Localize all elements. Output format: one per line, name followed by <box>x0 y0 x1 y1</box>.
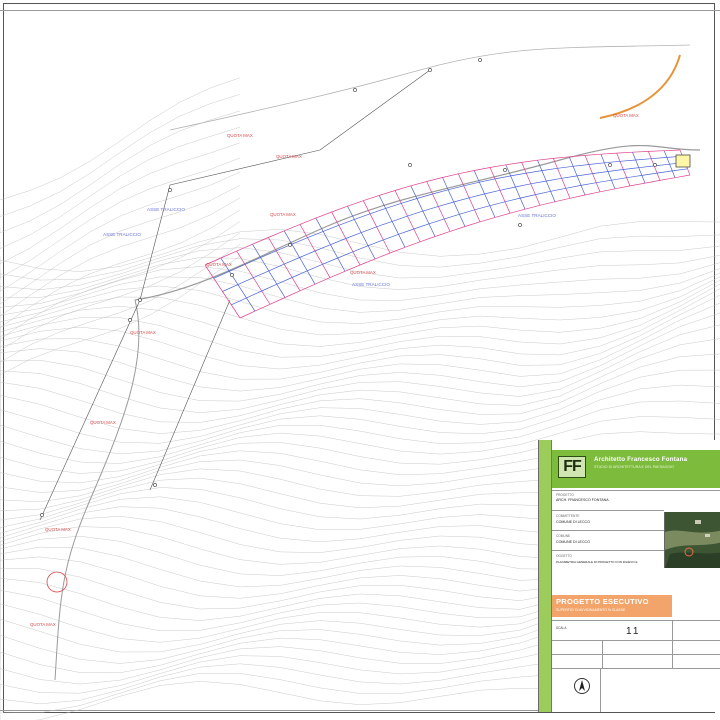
row-oggetto: OGGETTO PLANIMETRIA GENERALE DI PROGETTO… <box>552 550 664 568</box>
label-quota-max: QUOTA MAX <box>30 622 56 627</box>
title-block: FF Architetto Francesco Fontana STUDIO D… <box>538 440 720 712</box>
value-comune: COMUNE DI LECCO <box>556 540 590 544</box>
firm-subtitle: STUDIO DI ARCHITETTURA E DEL PAESAGGIO <box>594 465 674 469</box>
orange-road <box>599 54 681 119</box>
valley-road <box>54 299 140 681</box>
contour-line <box>0 276 720 350</box>
grid-line <box>600 668 601 712</box>
grid-longitudinal-line <box>222 162 686 292</box>
survey-point <box>353 88 357 92</box>
label-asse-traliccio: ASSE TRALICCIO <box>518 213 556 218</box>
contour-line <box>0 94 241 217</box>
grid-line <box>552 668 720 669</box>
survey-point <box>653 163 657 167</box>
project-phase: PROGETTO ESECUTIVO <box>556 597 649 606</box>
row-comune: COMUNE COMUNE DI LECCO <box>552 530 664 548</box>
upper-road <box>169 44 691 131</box>
label-quota-max: QUOTA MAX <box>270 212 296 217</box>
grid-line <box>602 640 603 668</box>
contour-line <box>0 324 720 420</box>
label-project: PROGETTO <box>556 493 574 497</box>
survey-point <box>408 163 412 167</box>
contour-line <box>0 369 720 450</box>
label-comune: COMUNE <box>556 534 571 538</box>
label-quota-max: QUOTA MAX <box>130 330 156 335</box>
survey-point <box>128 318 132 322</box>
survey-point <box>478 58 482 62</box>
grid-longitudinal-line <box>213 155 683 279</box>
survey-point <box>608 163 612 167</box>
survey-point <box>153 483 157 487</box>
survey-point <box>40 513 44 517</box>
helipad-square <box>675 154 691 168</box>
label-quota-max: QUOTA MAX <box>227 133 253 138</box>
title-block-green-band <box>539 440 551 712</box>
main-road <box>134 144 701 301</box>
survey-point <box>288 243 292 247</box>
scale-label: SCALA <box>556 626 567 630</box>
contour-line <box>0 312 720 410</box>
label-asse-traliccio: ASSE TRALICCIO <box>147 207 185 212</box>
label-asse-traliccio: ASSE TRALICCIO <box>352 282 390 287</box>
firm-logo: FF <box>558 456 586 478</box>
contour-line <box>0 353 720 440</box>
contour-line <box>0 283 720 370</box>
contour-line <box>0 110 241 234</box>
contour-line <box>0 209 241 328</box>
label-quota-max: QUOTA MAX <box>45 527 71 532</box>
grid-line <box>552 620 720 621</box>
contour-line <box>0 232 241 354</box>
survey-point <box>428 68 432 72</box>
drawing-sheet: ASSE TRALICCIO ASSE TRALICCIO ASSE TRALICC… <box>0 0 720 720</box>
survey-point <box>168 188 172 192</box>
row-project: PROGETTO ARCH. FRANCESCO FONTANA <box>552 490 720 506</box>
survey-point <box>518 223 522 227</box>
power-line-2 <box>149 299 231 491</box>
grid-longitudinal-line <box>239 174 691 319</box>
sheet-number: 11 <box>626 626 641 637</box>
grid-line <box>552 640 720 641</box>
row-committente: COMMITTENTE COMUNE DI LECCO <box>552 510 664 528</box>
title-block-body: FF Architetto Francesco Fontana STUDIO D… <box>551 440 720 712</box>
survey-point <box>503 168 507 172</box>
contour-line <box>0 77 241 201</box>
grid-longitudinal-line <box>204 149 681 266</box>
north-arrow-icon <box>574 678 590 694</box>
label-committente: COMMITTENTE <box>556 514 580 518</box>
label-quota-max: QUOTA MAX <box>350 270 376 275</box>
label-quota-max: QUOTA MAX <box>206 262 232 267</box>
contour-line <box>0 288 720 380</box>
label-quota-max: QUOTA MAX <box>276 154 302 159</box>
grid-longitudinal-line <box>231 168 688 306</box>
approach-surface-grid <box>204 149 691 319</box>
label-quota-max: QUOTA MAX <box>90 420 116 425</box>
value-oggetto: PLANIMETRIA GENERALE DI PROGETTO CON RIL… <box>556 560 638 564</box>
aerial-photo <box>664 512 720 568</box>
survey-point <box>138 298 142 302</box>
grid-line <box>672 620 673 668</box>
aerial-photo-graphic <box>665 512 720 568</box>
label-oggetto: OGGETTO <box>556 554 572 558</box>
contour-line <box>0 256 241 382</box>
grid-line <box>552 654 720 655</box>
label-quota-max: QUOTA MAX <box>613 113 639 118</box>
firm-name: Architetto Francesco Fontana <box>594 456 688 463</box>
value-committente: COMUNE DI LECCO <box>556 520 590 524</box>
label-asse-traliccio: ASSE TRALICCIO <box>103 232 141 237</box>
contour-line <box>0 157 241 279</box>
value-project: ARCH. FRANCESCO FONTANA <box>556 498 609 502</box>
survey-point <box>230 273 234 277</box>
contour-line <box>0 338 720 430</box>
project-subtitle: SUPERFICI DI AVVICINAMENTO % CLASSE <box>556 608 626 612</box>
